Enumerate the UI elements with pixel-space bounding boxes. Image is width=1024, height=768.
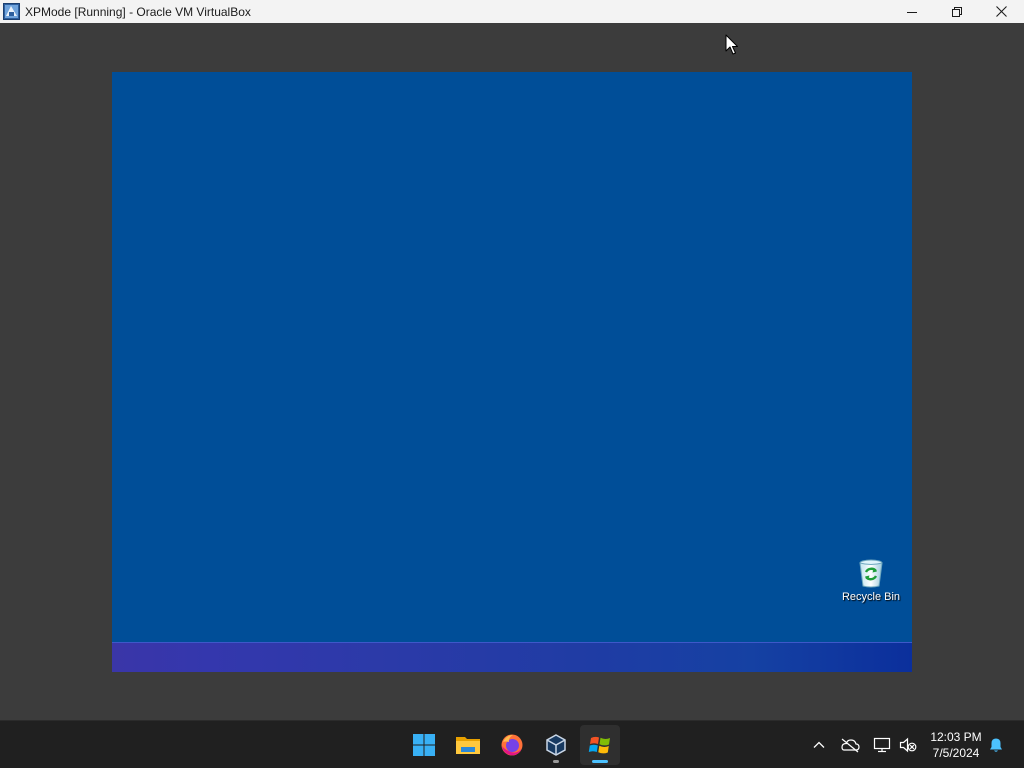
taskbar-clock[interactable]: 12:03 PM 7/5/2024 [924,729,988,761]
virtualbox-icon [546,734,566,756]
minimize-icon [906,11,917,13]
active-indicator [592,760,608,763]
onedrive-tray[interactable] [840,735,860,755]
close-button[interactable] [979,0,1024,23]
taskbar-file-explorer[interactable] [448,725,488,765]
window-titlebar[interactable]: XPMode [Running] - Oracle VM VirtualBox [0,0,1024,23]
window-title: XPMode [Running] - Oracle VM VirtualBox [25,4,251,19]
start-button[interactable] [404,725,444,765]
screen: XPMode [Running] - Oracle VM VirtualBox [0,0,1024,768]
onedrive-offline-icon [841,738,860,753]
restore-icon [951,6,962,17]
network-tray[interactable] [872,735,892,755]
taskbar-virtualbox[interactable] [536,725,576,765]
file-explorer-icon [456,737,480,754]
running-indicator [553,760,559,763]
volume-tray[interactable] [898,735,918,755]
clock-time: 12:03 PM [930,730,982,744]
desktop-icon-recycle-bin[interactable]: Recycle Bin [834,557,908,603]
virtualbox-app-icon [3,3,20,20]
close-icon [996,6,1007,17]
windows-start-icon [413,734,435,756]
recycle-bin-icon [859,559,883,588]
volume-muted-icon [899,737,917,753]
windows-xp-icon [588,736,610,754]
notification-bell-icon [990,738,1002,752]
show-hidden-icons-button[interactable] [809,735,829,755]
guest-taskbar[interactable] [112,642,912,672]
window-controls [889,0,1024,23]
network-icon [873,737,891,753]
minimize-button[interactable] [889,0,934,23]
notification-center-button[interactable] [986,735,1006,755]
chevron-up-icon [813,741,825,748]
taskbar-firefox[interactable] [492,725,532,765]
firefox-icon [501,734,523,756]
clock-date: 7/5/2024 [932,746,980,760]
vm-guest-display[interactable]: Recycle Bin [112,72,912,672]
host-taskbar: 12:03 PM 7/5/2024 [0,720,1024,768]
taskbar-xpmode[interactable] [580,725,620,765]
recycle-bin-label: Recycle Bin [841,591,901,603]
restore-button[interactable] [934,0,979,23]
mouse-cursor-icon [725,34,738,55]
